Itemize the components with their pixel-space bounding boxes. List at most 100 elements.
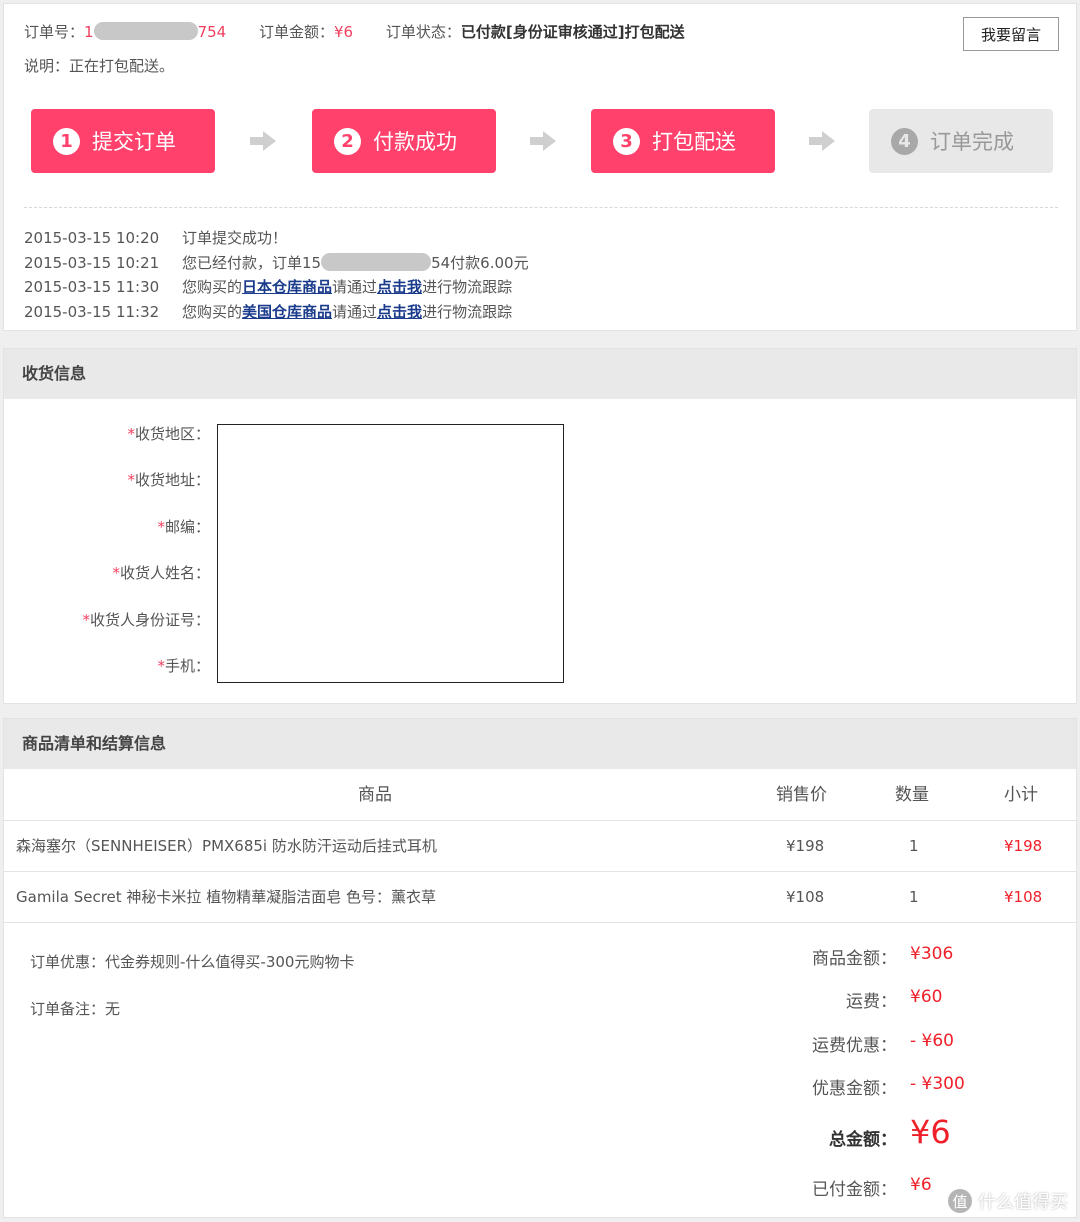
field-label-zip: *邮编： <box>157 517 210 536</box>
product-price: ¥198 <box>786 837 825 855</box>
step-packing-shipping: 3 打包配送 <box>591 109 775 173</box>
summary-shipping-fee: 运费： ¥60 <box>704 987 1004 1017</box>
step-number: 2 <box>334 127 361 155</box>
table-row: 森海塞尔（SENNHEISER）PMX685i 防水防汗运动后挂式耳机 ¥198… <box>4 821 1076 872</box>
step-number: 3 <box>613 127 640 155</box>
order-number-suffix: 754 <box>197 23 227 41</box>
product-name[interactable]: Gamila Secret 神秘卡米拉 植物精華凝脂洁面皂 色号：薰衣草 <box>16 872 436 923</box>
goods-title: 商品清单和结算信息 <box>4 719 1076 769</box>
order-amount-label: 订单金额： <box>258 23 334 41</box>
leave-message-button[interactable]: 我要留言 <box>963 17 1059 51</box>
log-time: 2015-03-15 10:20 <box>24 229 160 247</box>
product-price: ¥108 <box>786 888 825 906</box>
summary-key: 商品金额： <box>812 949 897 969</box>
order-log: 2015-03-15 10:20 订单提交成功！ 2015-03-15 10:21… <box>24 226 529 324</box>
field-label-region: *收货地区： <box>127 425 210 443</box>
watermark-text: 什么值得买 <box>978 1192 1068 1213</box>
product-subtotal: ¥108 <box>1004 888 1043 906</box>
log-text: 订单提交成功！ <box>182 229 288 247</box>
step-payment-success: 2 付款成功 <box>312 109 496 173</box>
step-number: 4 <box>891 127 918 155</box>
field-label-name: *收货人姓名： <box>112 564 210 583</box>
step-order-complete: 4 订单完成 <box>869 109 1053 173</box>
progress-steps: 1 提交订单 2 付款成功 3 打包配送 4 订单完成 <box>4 109 1076 173</box>
smzdm-logo-icon: 值 <box>948 1189 972 1213</box>
shipping-panel: 收货信息 *收货地区： *收货地址： *邮编： *收货人姓名： *收货人身份证号… <box>3 348 1077 704</box>
product-qty: 1 <box>909 888 919 906</box>
summary-value: ¥60 <box>910 987 943 1007</box>
log-entry: 2015-03-15 10:21 您已经付款，订单15 54付款6.00元 <box>24 251 529 276</box>
log-text: 请通过 <box>332 302 378 321</box>
log-text: 您购买的 <box>182 302 243 321</box>
column-header-price: 销售价 <box>776 785 827 805</box>
summary-value: ¥306 <box>910 944 954 964</box>
goods-panel: 商品清单和结算信息 商品 销售价 数量 小计 森海塞尔（SENNHEISER）P… <box>3 718 1077 1218</box>
log-text: 您购买的 <box>182 278 243 296</box>
warehouse-link-usa[interactable]: 美国仓库商品 <box>242 303 332 321</box>
product-subtotal: ¥198 <box>1004 837 1043 855</box>
dashed-divider <box>24 207 1058 208</box>
order-number-label: 订单号： <box>24 23 85 41</box>
watermark: 值 什么值得买 <box>948 1188 1068 1214</box>
order-status-label: 订单状态： <box>385 23 461 41</box>
log-text: 54付款6.00元 <box>431 253 529 272</box>
order-panel: 订单号：1 754 订单金额：¥6 订单状态：已付款[身份证审核通过]打包配送 说… <box>3 3 1077 331</box>
summary-key: 优惠金额： <box>812 1079 897 1099</box>
log-entry: 2015-03-15 11:32 您购买的美国仓库商品请通过点击我进行物流跟踪 <box>24 300 529 325</box>
step-label: 提交订单 <box>92 130 176 154</box>
table-row: Gamila Secret 神秘卡米拉 植物精華凝脂洁面皂 色号：薰衣草 ¥10… <box>4 872 1076 923</box>
log-entry: 2015-03-15 11:30 您购买的日本仓库商品请通过点击我进行物流跟踪 <box>24 275 529 300</box>
step-number: 1 <box>53 127 80 155</box>
field-label-id-number: *收货人身份证号： <box>82 610 210 629</box>
step-label: 打包配送 <box>652 130 736 154</box>
arrow-right-icon <box>809 131 835 151</box>
summary-value: ¥6 <box>910 1175 932 1195</box>
shipping-title: 收货信息 <box>4 349 1076 399</box>
summary-discount-amount: 优惠金额： - ¥300 <box>704 1074 1004 1104</box>
summary-key: 运费优惠： <box>812 1036 897 1056</box>
log-entry: 2015-03-15 10:20 订单提交成功！ <box>24 226 529 251</box>
table-header: 商品 销售价 数量 小计 <box>4 769 1076 821</box>
summary-key: 运费： <box>846 992 897 1012</box>
field-label-address: *收货地址： <box>127 471 210 490</box>
summary-goods-amount: 商品金额： ¥306 <box>704 944 1004 974</box>
log-time: 2015-03-15 10:21 <box>24 253 160 272</box>
step-submit-order: 1 提交订单 <box>31 109 215 173</box>
order-remark: 订单备注：无 <box>30 1000 121 1018</box>
warehouse-link-japan[interactable]: 日本仓库商品 <box>242 278 332 296</box>
step-label: 付款成功 <box>373 130 457 154</box>
step-label: 订单完成 <box>930 130 1014 154</box>
order-status: 订单状态：已付款[身份证审核通过]打包配送 <box>386 23 685 41</box>
column-header-product: 商品 <box>358 785 392 805</box>
summary-key: 已付金额： <box>812 1180 897 1200</box>
log-text: 进行物流跟踪 <box>422 302 513 321</box>
summary-total-amount: 总金额： ¥6 <box>704 1113 1004 1151</box>
product-name[interactable]: 森海塞尔（SENNHEISER）PMX685i 防水防汗运动后挂式耳机 <box>16 821 437 872</box>
summary-value: - ¥300 <box>910 1074 965 1094</box>
order-number: 订单号：1 754 <box>24 22 227 41</box>
order-note: 说明：正在打包配送。 <box>24 57 175 75</box>
summary-value: - ¥60 <box>910 1031 954 1051</box>
log-text: 请通过 <box>332 278 378 296</box>
tracking-link[interactable]: 点击我 <box>377 278 422 296</box>
log-time: 2015-03-15 11:30 <box>24 278 160 296</box>
field-label-phone: *手机： <box>157 656 210 675</box>
shipping-info-redacted-box <box>217 424 564 683</box>
tracking-link[interactable]: 点击我 <box>377 303 422 321</box>
summary-key: 总金额： <box>829 1130 897 1150</box>
arrow-right-icon <box>250 131 276 151</box>
order-amount: 订单金额：¥6 <box>259 23 353 41</box>
log-text: 您已经付款，订单15 <box>182 253 322 272</box>
arrow-right-icon <box>530 131 556 151</box>
log-text: 进行物流跟踪 <box>422 278 513 296</box>
order-meta: 订单号：1 754 订单金额：¥6 订单状态：已付款[身份证审核通过]打包配送 <box>24 21 713 42</box>
column-header-subtotal: 小计 <box>1004 785 1038 805</box>
order-number-prefix: 1 <box>84 23 94 41</box>
summary-value: ¥6 <box>910 1113 951 1151</box>
order-amount-value: ¥6 <box>334 23 354 41</box>
order-discount-note: 订单优惠：代金券规则-什么值得买-300元购物卡 <box>30 953 355 971</box>
redacted-mask <box>321 252 432 271</box>
summary-shipping-discount: 运费优惠： - ¥60 <box>704 1031 1004 1061</box>
shipping-labels: *收货地区： *收货地址： *邮编： *收货人姓名： *收货人身份证号： *手机… <box>4 422 210 700</box>
log-time: 2015-03-15 11:32 <box>24 302 160 321</box>
